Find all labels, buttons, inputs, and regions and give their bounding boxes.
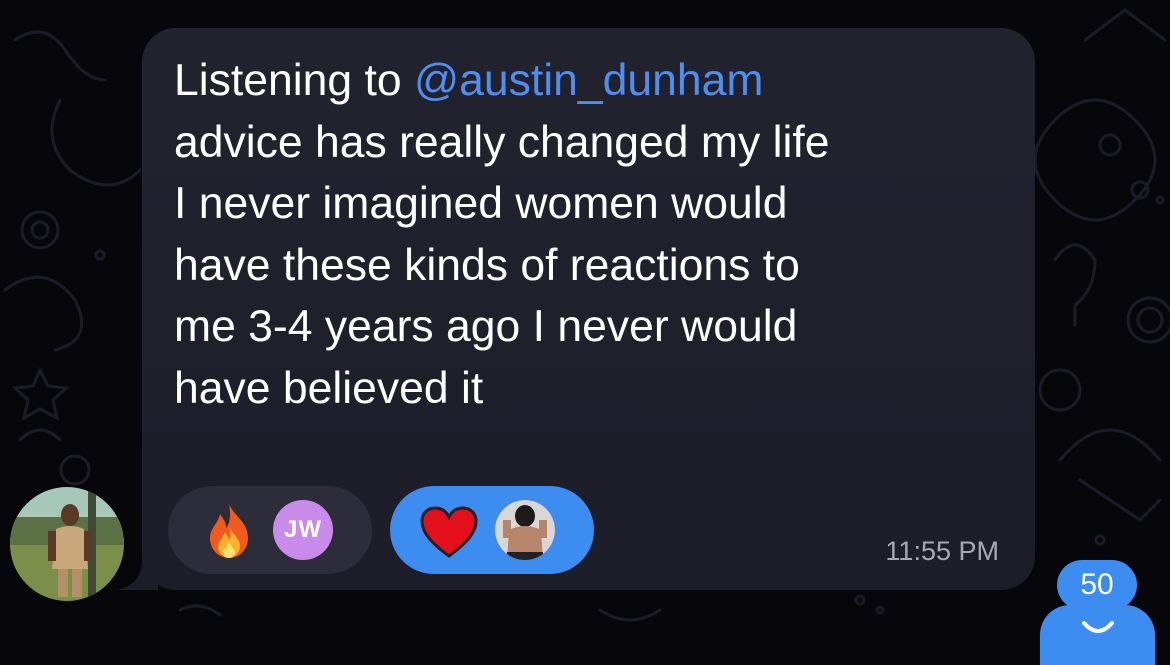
reaction-fire[interactable]: JW: [168, 486, 372, 574]
avatar-photo: [10, 487, 124, 601]
mention-link[interactable]: @austin_dunham: [414, 56, 763, 105]
reactor-avatar-photo: [495, 500, 555, 560]
heart-icon: [420, 506, 478, 558]
message-timestamp: 11:55 PM: [885, 536, 999, 566]
reaction-heart[interactable]: [390, 486, 594, 574]
message-text: Listening to @austin_dunham advice has r…: [174, 50, 1024, 419]
reactor-photo: [495, 500, 555, 560]
message-bubble[interactable]: Listening to @austin_dunham advice has r…: [142, 28, 1035, 590]
chevron-down-icon: [1082, 621, 1114, 633]
fire-icon: [210, 504, 248, 558]
scroll-to-bottom-button[interactable]: [1040, 605, 1155, 665]
sender-avatar[interactable]: [10, 487, 124, 601]
message-text-body: advice has really changed my life I neve…: [174, 117, 830, 413]
reactor-avatar-initials: JW: [273, 500, 333, 560]
unread-count-badge[interactable]: 50: [1057, 560, 1137, 610]
message-text-prefix: Listening to: [174, 56, 414, 105]
